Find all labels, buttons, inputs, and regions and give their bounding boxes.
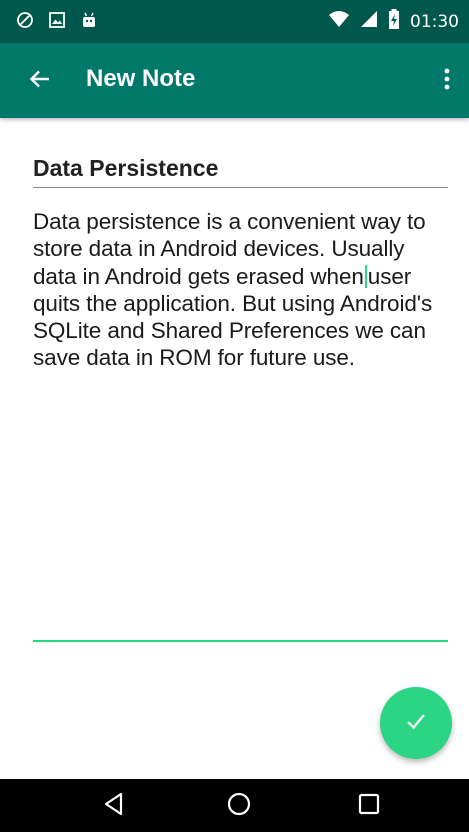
android-debug-icon <box>80 11 98 34</box>
do-not-disturb-icon <box>16 11 34 34</box>
status-clock: 01:30 <box>410 11 459 32</box>
recents-square-icon <box>358 793 380 820</box>
save-note-button[interactable] <box>380 687 452 759</box>
arrow-back-icon <box>28 67 52 96</box>
home-circle-icon <box>227 792 251 821</box>
note-title-input[interactable] <box>33 150 448 188</box>
status-bar: 01:30 <box>0 0 469 43</box>
overflow-menu-button[interactable] <box>435 63 459 99</box>
more-vert-icon <box>444 67 450 96</box>
cell-signal-icon <box>360 10 378 33</box>
nav-home-button[interactable] <box>223 790 255 822</box>
image-icon <box>48 11 66 34</box>
back-button[interactable] <box>22 63 58 99</box>
nav-recents-button[interactable] <box>353 790 385 822</box>
battery-charging-icon <box>388 9 400 34</box>
wifi-icon <box>328 10 350 33</box>
status-right-icons: 01:30 <box>328 0 459 43</box>
check-icon <box>405 710 427 737</box>
status-left-icons <box>16 11 98 34</box>
nav-back-button[interactable] <box>98 790 130 822</box>
back-triangle-icon <box>103 792 125 821</box>
text-cursor <box>364 264 367 288</box>
note-body-input[interactable]: Data persistence is a convenient way to … <box>33 208 448 642</box>
app-bar: New Note <box>0 43 469 118</box>
system-nav-bar <box>0 779 469 832</box>
page-title: New Note <box>86 65 196 92</box>
